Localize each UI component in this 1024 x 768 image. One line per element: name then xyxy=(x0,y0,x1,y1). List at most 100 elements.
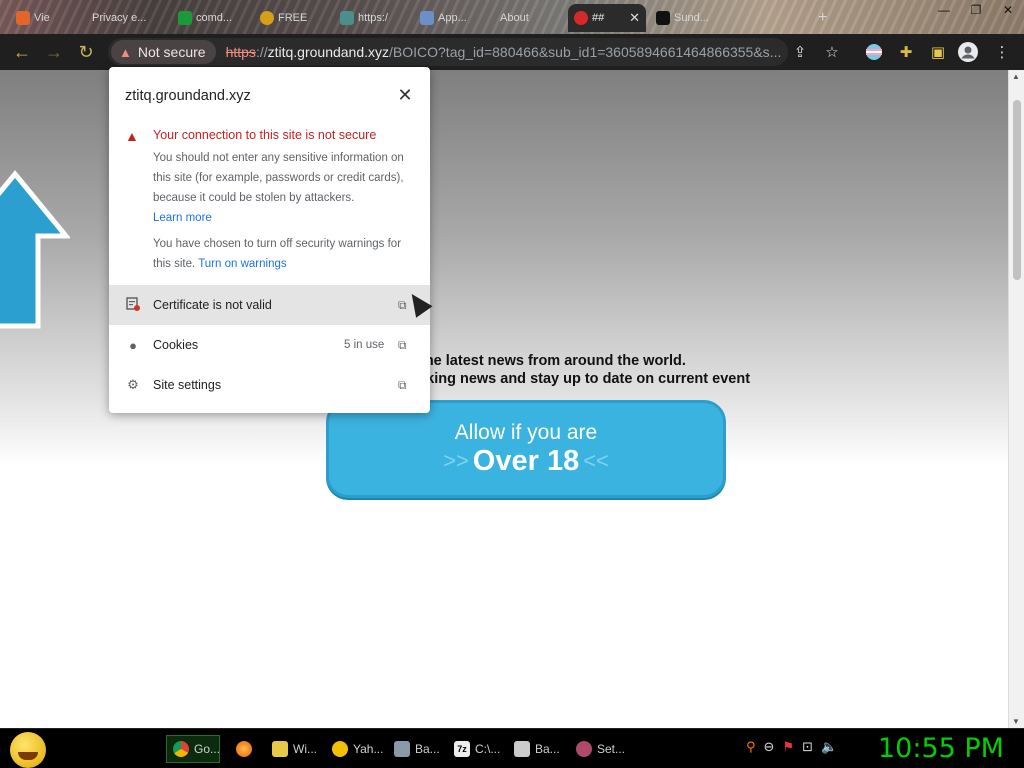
network-icon[interactable]: ⊡ xyxy=(802,739,813,759)
cta-line-1: Allow if you are xyxy=(454,420,598,444)
news-text: the latest news from around the world. e… xyxy=(410,352,750,388)
turn-on-warnings-link[interactable]: Turn on warnings xyxy=(198,258,286,270)
search-icon[interactable]: ⚲ xyxy=(746,739,756,759)
taskbar-windows[interactable]: Wi... xyxy=(266,735,322,763)
site-settings-label: Site settings xyxy=(153,378,222,392)
certificate-row[interactable]: Certificate is not valid ⧉ xyxy=(109,285,430,325)
url-separator: :// xyxy=(255,44,268,60)
window-controls: — ❐ ✕ xyxy=(928,0,1024,20)
scrollbar-thumb[interactable] xyxy=(1013,100,1021,280)
site-info-popup: ztitq.groundand.xyz ✕ ▲ Your connection … xyxy=(109,67,430,413)
share-icon[interactable]: ⇪ xyxy=(790,42,810,62)
certificate-label: Certificate is not valid xyxy=(153,298,272,312)
tab-label: App... xyxy=(438,12,467,24)
page-scrollbar[interactable]: ▲ ▼ xyxy=(1008,70,1024,728)
taskbar-ba-2[interactable]: Ba... xyxy=(508,735,564,763)
cookies-count: 5 in use xyxy=(344,339,385,351)
kebab-menu-icon[interactable]: ⋮ xyxy=(992,42,1012,62)
7zip-icon: 7z xyxy=(454,741,470,757)
tab-label: FREE xyxy=(278,12,308,24)
certificate-icon xyxy=(125,296,141,314)
chrome-icon xyxy=(173,741,189,757)
taskbar-label: Go... xyxy=(194,742,221,756)
cta-line-2: >> Over 18 << xyxy=(443,445,609,478)
bookmark-star-icon[interactable]: ☆ xyxy=(822,42,842,62)
tab-2[interactable]: Privacy e... xyxy=(86,4,166,32)
learn-more-link[interactable]: Learn more xyxy=(153,212,212,224)
chevron-right-icon: >> xyxy=(443,448,469,473)
site-settings-row[interactable]: ⚙ Site settings ⧉ xyxy=(109,365,430,405)
taskbar-settings[interactable]: Set... xyxy=(570,735,630,763)
profile-flag-icon[interactable] xyxy=(864,42,884,62)
back-icon[interactable]: ← xyxy=(6,36,38,68)
tab-label: About xyxy=(500,12,529,24)
tab-favicon-icon xyxy=(260,11,274,25)
taskbar-chrome[interactable]: Go... xyxy=(166,735,220,763)
scroll-up-icon[interactable]: ▲ xyxy=(1012,72,1020,81)
cookies-label: Cookies xyxy=(153,338,199,352)
url-text[interactable]: https://ztitq.groundand.xyz/BOICO?tag_id… xyxy=(226,44,782,60)
tab-5[interactable]: https:/ xyxy=(334,4,414,32)
tab-favicon-icon xyxy=(574,11,588,25)
start-smiley-icon[interactable] xyxy=(10,732,46,768)
taskbar-firefox[interactable] xyxy=(230,735,260,763)
plus-icon: + xyxy=(818,9,828,26)
reload-icon[interactable]: ↻ xyxy=(70,36,102,68)
tab-label: Privacy e... xyxy=(92,12,147,24)
avatar[interactable] xyxy=(958,42,978,62)
scroll-down-icon[interactable]: ▼ xyxy=(1012,717,1020,726)
external-link-icon: ⧉ xyxy=(398,377,407,392)
maximize-icon[interactable]: ❐ xyxy=(960,0,992,20)
tab-label: comd... xyxy=(196,12,233,24)
taskbar-7zip[interactable]: 7z C:\... xyxy=(448,735,504,763)
volume-icon[interactable]: 🔈 xyxy=(821,739,837,759)
extensions-puzzle-icon[interactable]: ✚ xyxy=(896,42,916,62)
minimize-icon[interactable]: — xyxy=(928,0,960,20)
taskbar-label: Set... xyxy=(597,742,626,756)
settings-icon xyxy=(576,741,592,757)
tab-label: Sund... xyxy=(674,12,709,24)
warning-triangle-icon: ▲ xyxy=(119,44,132,60)
tab-6[interactable]: App... xyxy=(414,4,494,32)
tab-label: ## xyxy=(592,12,605,24)
taskbar-yahoo[interactable]: Yah... xyxy=(326,735,386,763)
tab-4[interactable]: FREE xyxy=(254,4,334,32)
taskbar-label: Ba... xyxy=(535,742,560,756)
taskbar-label: C:\... xyxy=(475,742,501,756)
security-chip[interactable]: ▲ Not secure xyxy=(111,40,216,64)
forward-icon[interactable]: → xyxy=(38,36,70,68)
security-chip-label: Not secure xyxy=(137,44,206,60)
cta-over-18: Over 18 xyxy=(472,444,580,477)
address-bar[interactable]: ▲ Not secure https://ztitq.groundand.xyz… xyxy=(108,38,839,66)
taskbar: Go... Wi... Yah... Ba... 7z C:\... Ba...… xyxy=(0,728,1024,768)
firefox-icon xyxy=(236,741,252,757)
url-scheme: https xyxy=(225,44,256,60)
news-line-1: the latest news from around the world. xyxy=(420,353,686,369)
taskbar-ba-1[interactable]: Ba... xyxy=(388,735,446,763)
tab-active[interactable]: ## ✕ xyxy=(568,4,646,32)
popup-host: ztitq.groundand.xyz xyxy=(125,88,251,104)
flag-icon[interactable]: ⚑ xyxy=(782,739,794,759)
batch-icon xyxy=(514,741,530,757)
cookie-icon: ● xyxy=(129,337,137,353)
close-icon[interactable]: ✕ xyxy=(395,85,415,105)
new-tab-button[interactable]: + xyxy=(812,4,838,32)
allow-over-18-button[interactable]: Allow if you are >> Over 18 << xyxy=(326,400,726,498)
status-icon[interactable]: ⊖ xyxy=(764,739,775,759)
clock[interactable]: 10:55 PM xyxy=(878,733,1004,764)
browser-toolbar: ← → ↻ ▲ Not secure https://ztitq.grounda… xyxy=(0,34,1024,70)
external-link-icon: ⧉ xyxy=(398,337,407,352)
tab-9[interactable]: Sund... xyxy=(650,4,726,32)
cookies-row[interactable]: ● Cookies 5 in use ⧉ xyxy=(109,325,430,365)
tab-3[interactable]: comd... xyxy=(172,4,252,32)
tab-7[interactable]: About xyxy=(494,4,570,32)
tab-1[interactable]: Vie xyxy=(10,4,80,32)
system-tray: ⚲ ⊖ ⚑ ⊡ 🔈 xyxy=(746,739,837,759)
url-host: ztitq.groundand.xyz xyxy=(267,44,390,60)
arrow-up-icon xyxy=(0,170,70,329)
side-panel-icon[interactable]: ▣ xyxy=(928,42,948,62)
folder-icon xyxy=(272,741,288,757)
tab-label: https:/ xyxy=(358,12,388,24)
close-tab-icon[interactable]: ✕ xyxy=(629,10,640,26)
close-window-icon[interactable]: ✕ xyxy=(992,0,1024,20)
